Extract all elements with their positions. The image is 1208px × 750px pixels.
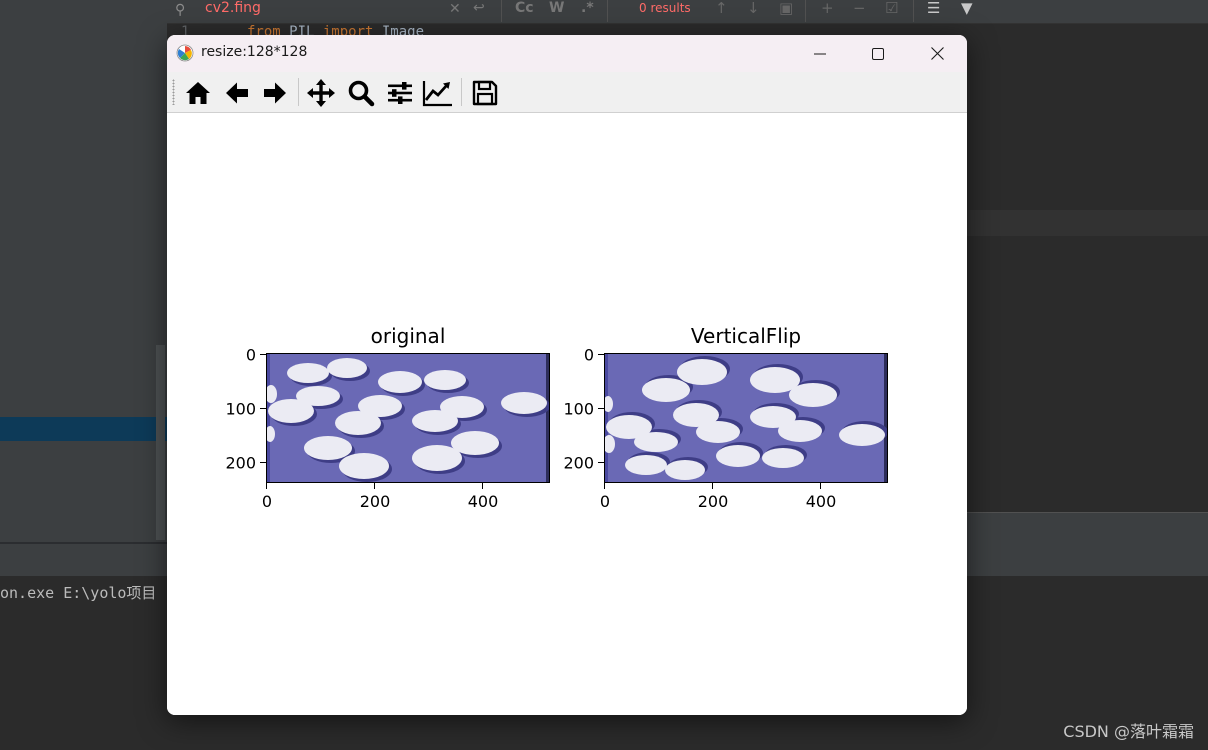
x-tick-mark (604, 483, 606, 489)
x-tick-label: 200 (359, 492, 391, 511)
ide-project-panel (0, 0, 167, 542)
configure-subplots-icon (388, 82, 412, 104)
y-tick-label: 200 (225, 453, 256, 473)
find-separator (805, 0, 806, 22)
y-tick-label: 0 (245, 345, 256, 365)
forward-button[interactable] (258, 76, 292, 110)
subplots-button[interactable] (383, 76, 417, 110)
pan-move-icon (307, 79, 335, 107)
add-selection-icon[interactable]: + (821, 0, 834, 17)
console-line: on.exe E:\yolo项目 (0, 584, 157, 602)
search-icon[interactable]: ⚲ (175, 2, 185, 18)
back-arrow-icon (226, 82, 248, 104)
navigation-toolbar (167, 72, 967, 113)
home-button[interactable] (181, 76, 215, 110)
whole-word-icon[interactable]: W (549, 0, 564, 16)
x-tick-mark (820, 483, 822, 489)
ide-find-bar: ⚲ cv2.fing ✕ ↩ Cc W .* 0 results ↑ ↓ ▣ +… (167, 0, 1208, 24)
image-axes[interactable] (604, 353, 888, 483)
subplot-title: VerticalFlip (690, 324, 802, 348)
figure-canvas[interactable]: original 0 100 200 0 200 400 VerticalFli… (167, 114, 967, 715)
edit-axis-icon (422, 81, 452, 107)
y-tick-mark (260, 408, 266, 410)
x-tick-mark (482, 483, 484, 489)
save-button[interactable] (468, 76, 502, 110)
customize-button[interactable] (421, 76, 455, 110)
find-separator (913, 0, 914, 22)
x-tick-mark (266, 483, 268, 489)
x-tick-label: 400 (805, 492, 837, 511)
zoom-magnifier-icon (348, 80, 375, 107)
match-case-icon[interactable]: Cc (515, 0, 534, 16)
toolbar-separator (461, 78, 462, 106)
sort-lines-icon[interactable]: ☰ (927, 0, 940, 17)
ide-panel-band (967, 512, 1208, 544)
filter-icon[interactable]: ▼ (961, 0, 973, 17)
pills-image (267, 354, 549, 482)
remove-selection-icon[interactable]: − (853, 0, 866, 17)
save-floppy-icon (472, 80, 498, 106)
window-titlebar[interactable]: resize:128*128 (167, 35, 967, 72)
back-button[interactable] (220, 76, 254, 110)
select-occurrences-icon[interactable]: ☑ (885, 0, 898, 17)
y-tick-mark (260, 462, 266, 464)
close-icon (930, 47, 944, 60)
newline-icon[interactable]: ↩ (473, 0, 485, 16)
subplot-title: original (370, 324, 446, 348)
close-button[interactable] (908, 35, 966, 72)
image-axes[interactable] (266, 353, 550, 483)
x-tick-label: 0 (599, 492, 611, 511)
pan-button[interactable] (304, 76, 338, 110)
window-title: resize:128*128 (201, 44, 308, 60)
y-tick-mark (260, 354, 266, 356)
ide-selected-row[interactable] (0, 417, 167, 441)
find-separator (501, 0, 502, 22)
find-input[interactable]: cv2.fing (205, 0, 261, 16)
y-tick-label: 200 (563, 453, 594, 473)
ide-panel-band (967, 210, 1208, 236)
pills-image-flipped (605, 354, 887, 482)
find-results-count: 0 results (639, 1, 691, 15)
minimize-button[interactable] (791, 35, 849, 72)
regex-icon[interactable]: .* (581, 0, 594, 16)
maximize-icon (872, 47, 884, 60)
x-tick-mark (374, 483, 376, 489)
y-tick-mark (598, 354, 604, 356)
watermark: CSDN @落叶霜霜 (1063, 722, 1194, 741)
app-icon (176, 44, 194, 62)
toolbar-separator (298, 78, 299, 106)
x-tick-label: 400 (467, 492, 499, 511)
forward-arrow-icon (264, 82, 286, 104)
x-tick-label: 200 (697, 492, 729, 511)
clear-icon[interactable]: ✕ (449, 1, 461, 17)
select-all-icon[interactable]: ▣ (779, 0, 793, 17)
ide-panel-scrollbar[interactable] (156, 345, 165, 540)
zoom-button[interactable] (344, 76, 378, 110)
y-tick-mark (598, 462, 604, 464)
find-separator (607, 0, 608, 22)
home-icon (186, 82, 210, 104)
next-occurrence-icon[interactable]: ↓ (747, 0, 760, 17)
y-tick-mark (598, 408, 604, 410)
figure-window: resize:128*128 original 0 100 200 0 200 … (167, 35, 967, 715)
x-tick-mark (712, 483, 714, 489)
y-tick-label: 100 (563, 399, 594, 419)
toolbar-grip[interactable] (172, 79, 175, 105)
prev-occurrence-icon[interactable]: ↑ (715, 0, 728, 17)
x-tick-label: 0 (261, 492, 273, 511)
y-tick-label: 100 (225, 399, 256, 419)
maximize-button[interactable] (849, 35, 907, 72)
y-tick-label: 0 (583, 345, 594, 365)
minimize-icon (814, 53, 826, 54)
